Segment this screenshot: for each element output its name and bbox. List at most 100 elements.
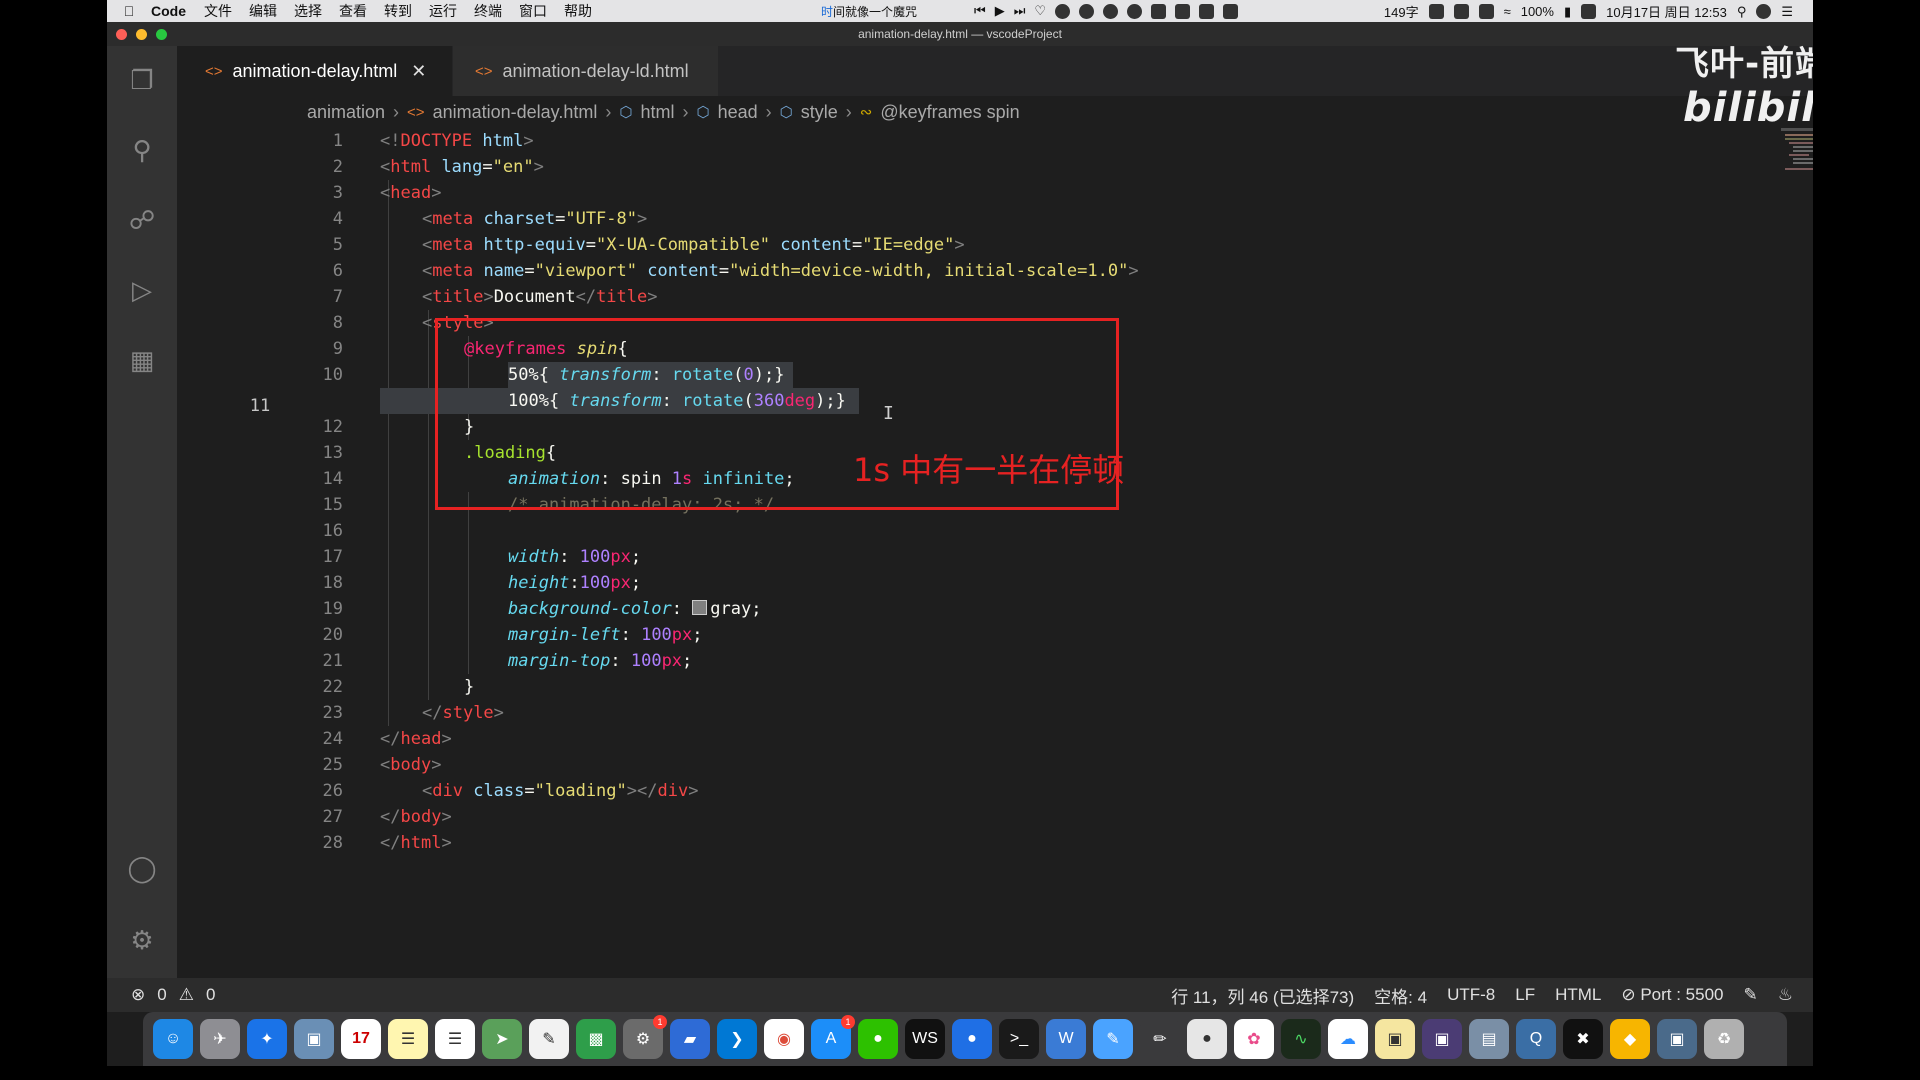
- notifications-bell-icon[interactable]: ♨: [1778, 985, 1793, 1005]
- stickies-icon[interactable]: ▣: [1375, 1019, 1415, 1059]
- input-source-icon[interactable]: [1581, 4, 1597, 19]
- wifi-icon[interactable]: ≈: [1504, 4, 1511, 19]
- record-tray-icon[interactable]: [1103, 3, 1119, 19]
- live-server-port[interactable]: ⊘ Port : 5500: [1621, 985, 1723, 1005]
- breadcrumb-folder[interactable]: animation: [307, 102, 385, 123]
- reminders-icon[interactable]: ☰: [435, 1019, 475, 1059]
- baidu-netdisk-icon[interactable]: ☁: [1328, 1019, 1368, 1059]
- app-menu-code[interactable]: Code: [151, 3, 186, 19]
- settings-gear-icon[interactable]: ⚙: [124, 922, 160, 958]
- color-swatch-icon[interactable]: [692, 600, 708, 615]
- close-tab-icon[interactable]: ✕: [411, 61, 426, 82]
- textedit-icon[interactable]: ✎: [529, 1019, 569, 1059]
- window-tray-icon[interactable]: [1151, 3, 1167, 19]
- heart-icon[interactable]: ♡: [1034, 3, 1046, 19]
- menu-file[interactable]: 文件: [204, 1, 232, 21]
- menu-help[interactable]: 帮助: [564, 1, 592, 21]
- explorer-icon[interactable]: ❐: [124, 62, 160, 98]
- image-capture-icon[interactable]: ▤: [1469, 1019, 1509, 1059]
- menu-terminal[interactable]: 终端: [474, 1, 502, 21]
- menu-edit[interactable]: 编辑: [249, 1, 277, 21]
- capcut-icon[interactable]: ✖: [1563, 1019, 1603, 1059]
- finder-icon[interactable]: ☺: [153, 1019, 193, 1059]
- word-count[interactable]: 149字: [1384, 2, 1419, 21]
- prev-track-icon[interactable]: ⏮: [974, 3, 986, 19]
- tab-animation-delay[interactable]: <> animation-delay.html ✕: [177, 46, 452, 96]
- pencil-app-icon[interactable]: ✎: [1093, 1019, 1133, 1059]
- close-window-icon[interactable]: [116, 29, 127, 40]
- quicktime-icon[interactable]: Q: [1516, 1019, 1556, 1059]
- breadcrumb-head[interactable]: head: [718, 102, 758, 123]
- screenshot-icon[interactable]: ▣: [1422, 1019, 1462, 1059]
- battery-icon[interactable]: ▮: [1564, 4, 1571, 20]
- search-icon[interactable]: ⚲: [124, 132, 160, 168]
- account-icon[interactable]: ◯: [124, 850, 160, 886]
- desktop-icon[interactable]: ▣: [1657, 1019, 1697, 1059]
- messages-icon[interactable]: ●: [1187, 1019, 1227, 1059]
- launchpad-icon[interactable]: ✈: [200, 1019, 240, 1059]
- activity-monitor-icon[interactable]: ∿: [1281, 1019, 1321, 1059]
- maps-pin-icon[interactable]: ●: [952, 1019, 992, 1059]
- minimize-window-icon[interactable]: [136, 29, 147, 40]
- trash-icon[interactable]: ♻: [1704, 1019, 1744, 1059]
- breadcrumb-style[interactable]: style: [801, 102, 838, 123]
- apple-menu-icon[interactable]: : [121, 3, 137, 19]
- breadcrumb-keyframes[interactable]: @keyframes spin: [880, 102, 1019, 123]
- wechat-tray-icon[interactable]: [1079, 3, 1095, 19]
- end-of-line[interactable]: LF: [1515, 985, 1535, 1005]
- numbers-icon[interactable]: ▩: [576, 1019, 616, 1059]
- menu-run[interactable]: 运行: [429, 1, 457, 21]
- terminal-icon[interactable]: >_: [999, 1019, 1039, 1059]
- language-mode[interactable]: HTML: [1555, 985, 1601, 1005]
- zoom-window-icon[interactable]: [156, 29, 167, 40]
- spotlight-icon[interactable]: ⚲: [1737, 4, 1747, 20]
- system-preferences-icon[interactable]: ⚙ 1: [623, 1015, 667, 1059]
- photos-icon[interactable]: ✿: [1234, 1019, 1274, 1059]
- indentation[interactable]: 空格: 4: [1374, 983, 1427, 1008]
- input-method-icon[interactable]: [1478, 4, 1494, 19]
- pen-tray-icon[interactable]: [1223, 3, 1239, 19]
- safari-icon[interactable]: ✦: [247, 1019, 287, 1059]
- webstorm-icon[interactable]: WS: [905, 1019, 945, 1059]
- tray-app-icon[interactable]: [1127, 3, 1143, 19]
- tab-animation-delay-ld[interactable]: <> animation-delay-ld.html: [453, 46, 718, 96]
- control-center-icon[interactable]: ☰: [1781, 4, 1793, 20]
- source-control-icon[interactable]: ☍: [124, 202, 160, 238]
- tray-app-icon[interactable]: [1453, 4, 1469, 19]
- breadcrumb-file[interactable]: animation-delay.html: [433, 102, 598, 123]
- draw-icon[interactable]: ✏: [1140, 1019, 1180, 1059]
- encoding[interactable]: UTF-8: [1447, 985, 1495, 1005]
- app-store-icon[interactable]: A1: [811, 1015, 855, 1059]
- next-track-icon[interactable]: ⏭: [1014, 3, 1026, 19]
- preview-icon[interactable]: ▣: [294, 1019, 334, 1059]
- menu-view[interactable]: 查看: [339, 1, 367, 21]
- tray-app-icon[interactable]: [1055, 3, 1071, 19]
- wechat-icon[interactable]: ●: [858, 1019, 898, 1059]
- cloud-tray-icon[interactable]: [1175, 3, 1191, 19]
- menu-go[interactable]: 转到: [384, 1, 412, 21]
- wps-icon[interactable]: W: [1046, 1019, 1086, 1059]
- code-editor[interactable]: 1 <!DOCTYPE html> 2 <html lang="en"> 3 <…: [177, 128, 1737, 978]
- vscode-icon[interactable]: ❯: [717, 1019, 757, 1059]
- clock[interactable]: 10月17日 周日 12:53: [1606, 2, 1727, 21]
- notes-icon[interactable]: ☰: [388, 1019, 428, 1059]
- menu-window[interactable]: 窗口: [519, 1, 547, 21]
- breadcrumb-html[interactable]: html: [640, 102, 674, 123]
- keynote-icon[interactable]: ▰: [670, 1019, 710, 1059]
- grid-tray-icon[interactable]: [1199, 3, 1215, 19]
- sketch-icon[interactable]: ◆: [1610, 1019, 1650, 1059]
- extensions-icon[interactable]: ▦: [124, 342, 160, 378]
- chrome-icon[interactable]: ◉: [764, 1019, 804, 1059]
- tray-app-icon[interactable]: [1428, 4, 1444, 19]
- now-playing[interactable]: 时间就像一个魔咒: [821, 3, 917, 20]
- feedback-icon[interactable]: ✎: [1744, 985, 1758, 1005]
- calendar-icon[interactable]: 17: [341, 1019, 381, 1059]
- play-icon[interactable]: ▶: [995, 3, 1005, 19]
- status-problems[interactable]: ⊗ 0 ⚠ 0: [131, 985, 215, 1005]
- maps-icon[interactable]: ➤: [482, 1019, 522, 1059]
- run-debug-icon[interactable]: ▷: [124, 272, 160, 308]
- menu-selection[interactable]: 选择: [294, 1, 322, 21]
- cursor-position[interactable]: 行 11，列 46 (已选择73): [1171, 983, 1354, 1008]
- minimap[interactable]: [1781, 128, 1813, 188]
- siri-icon[interactable]: [1756, 4, 1772, 19]
